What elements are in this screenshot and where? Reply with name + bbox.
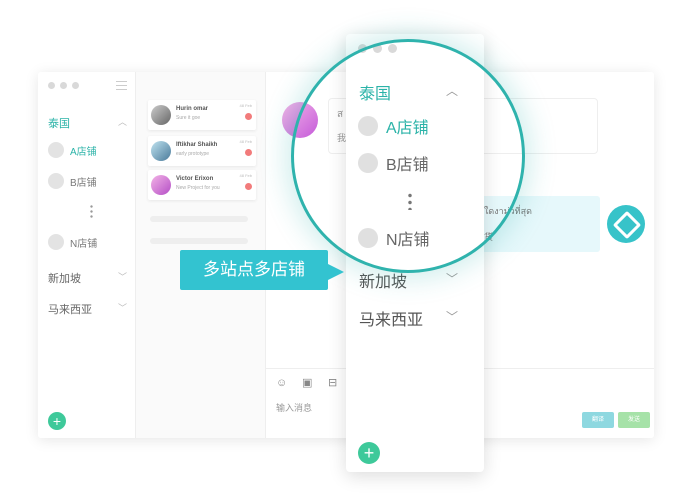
store-label: A店铺 [70,146,97,158]
chevron-up-icon[interactable]: ︿ [118,115,127,128]
last-message: early prototype [176,151,210,157]
store-label: N店铺 [386,232,430,249]
unread-badge [245,183,252,190]
message-text: 货 [484,232,494,242]
sidebar-store-n[interactable]: N店铺 [48,234,97,250]
inbox-icon[interactable]: ⊟ [328,377,340,389]
conversation-item[interactable]: Victor Erixon New Project for you 48 Feb [148,170,256,200]
store-label: B店铺 [70,177,97,189]
chevron-down-icon[interactable]: ﹀ [118,270,127,283]
avatar [151,175,171,195]
outgoing-message: ใดงาม่วที่สุด 货 [476,196,600,252]
message-time: 48 Feb [239,103,252,108]
sidebar-store-b[interactable]: B店铺 [48,173,97,189]
store-avatar [358,116,378,136]
message-text: ส [337,109,344,120]
avatar [151,105,171,125]
unread-badge [245,149,252,156]
contact-name: Iftikhar Shaikh [176,142,218,148]
store-avatar [48,142,64,158]
chevron-down-icon[interactable]: ﹀ [446,270,458,287]
send-button[interactable]: 发送 [618,412,650,428]
store-label: B店铺 [386,157,429,174]
message-time: 48 Feb [239,139,252,144]
more-vertical-icon [408,192,412,210]
sidebar-country-thailand[interactable]: 泰国 [48,115,70,131]
conversation-item[interactable]: Iftikhar Shaikh early prototype 48 Feb [148,136,256,166]
contact-name: Hurin omar [176,106,209,112]
unread-badge [245,113,252,120]
sidebar-country-singapore[interactable]: 新加坡 [48,270,81,286]
store-avatar [48,234,64,250]
chevron-down-icon[interactable]: ﹀ [118,301,127,314]
message-input[interactable]: 输入消息 [276,401,312,414]
sidebar-store-a[interactable]: A店铺 [48,142,97,158]
country-singapore[interactable]: 新加坡 [359,268,407,292]
window-controls [358,44,397,53]
store-sidebar: 泰国 ︿ A店铺 B店铺 N店铺 新加坡 ﹀ 马来西亚 ﹀ + [38,72,136,438]
country-malaysia[interactable]: 马来西亚 [359,306,423,330]
store-avatar [48,173,64,189]
last-message: Sure it goe [176,115,201,121]
conversation-item[interactable]: Hurin omar Sure it goe 48 Feb [148,100,256,130]
store-avatar [358,228,378,248]
store-avatar [358,153,378,173]
placeholder-row [150,216,248,222]
avatar [151,141,171,161]
image-icon[interactable]: ▣ [302,377,314,389]
menu-icon[interactable] [116,81,127,90]
country-thailand[interactable]: 泰国 [359,80,391,104]
store-label: A店铺 [386,120,429,137]
chevron-up-icon[interactable]: ︿ [446,82,458,99]
store-n[interactable]: N店铺 [358,226,430,250]
feature-callout: 多站点多店铺 [180,250,344,290]
last-message: New Project for you [176,185,220,191]
brand-logo-icon [607,205,645,243]
window-controls [48,82,79,89]
emoji-icon[interactable]: ☺ [276,377,288,389]
add-store-button[interactable]: + [358,442,380,464]
sidebar-country-malaysia[interactable]: 马来西亚 [48,301,92,317]
message-time: 48 Feb [239,173,252,178]
contact-avatar [282,102,318,138]
store-b[interactable]: B店铺 [358,151,429,175]
contact-name: Victor Erixon [176,176,214,182]
more-vertical-icon [90,204,93,218]
store-label: N店铺 [70,238,98,250]
translate-button[interactable]: 翻译 [582,412,614,428]
message-text: ใดงาม่วที่สุด [484,206,532,216]
store-a[interactable]: A店铺 [358,114,429,138]
store-panel-zoomed: 泰国 ︿ A店铺 B店铺 N店铺 新加坡 ﹀ 马来西亚 ﹀ + [346,34,484,472]
add-store-button[interactable]: + [48,412,66,430]
placeholder-row [150,238,248,244]
message-text: 我 [337,133,347,143]
chevron-down-icon[interactable]: ﹀ [446,308,458,325]
